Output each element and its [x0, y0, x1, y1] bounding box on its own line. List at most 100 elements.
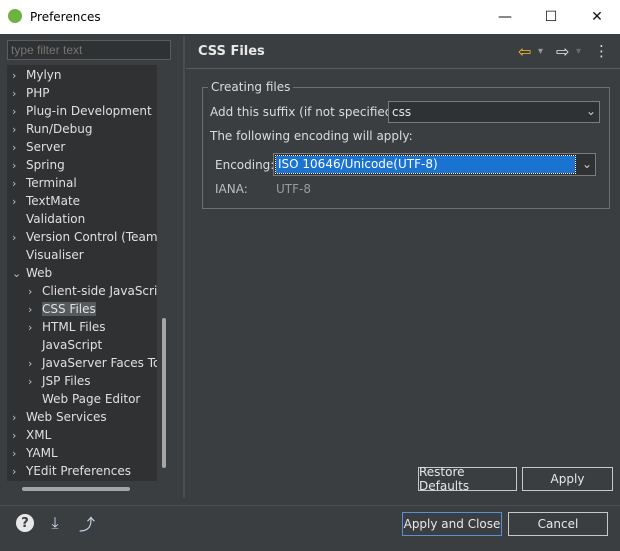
back-dropdown-icon[interactable]: ▾ [538, 46, 543, 57]
tree-item-label: JavaScript [42, 338, 103, 352]
chevron-right-icon[interactable]: › [12, 193, 26, 211]
maximize-button[interactable]: ☐ [528, 0, 574, 34]
tree-item[interactable]: Web Page Editor [28, 390, 140, 408]
export-icon[interactable]: ⤴ [76, 512, 98, 534]
chevron-right-icon[interactable]: › [12, 139, 26, 157]
tree-item[interactable]: › YEdit Preferences [12, 462, 131, 480]
chevron-right-icon[interactable]: › [12, 463, 26, 481]
chevron-down-icon[interactable]: ⌄ [582, 157, 592, 171]
tree-item-label: Plug-in Development [26, 104, 152, 118]
help-icon[interactable]: ? [14, 512, 36, 534]
tree-item[interactable]: JavaScript [28, 336, 102, 354]
encoding-value: ISO 10646/Unicode(UTF-8) [275, 155, 576, 174]
panel-sash[interactable] [183, 36, 185, 498]
tree-item[interactable]: › Run/Debug [12, 120, 93, 138]
spring-app-icon [8, 9, 22, 23]
tree-item-label: CSS Files [42, 302, 96, 316]
close-button[interactable]: ✕ [574, 0, 620, 34]
iana-value: UTF-8 [276, 182, 311, 196]
tree-item[interactable]: ›JavaServer Faces Tools [28, 354, 157, 372]
header-divider [186, 68, 620, 69]
group-legend: Creating files [208, 80, 294, 94]
suffix-value: css [392, 105, 412, 119]
chevron-right-icon[interactable]: › [28, 283, 42, 301]
chevron-right-icon[interactable]: › [12, 67, 26, 85]
tree-item-label: XML [26, 428, 52, 442]
tree-item[interactable]: › HTML Files [28, 318, 106, 336]
tree-item[interactable]: › Server [12, 138, 65, 156]
tree-item[interactable]: Visualiser [12, 246, 84, 264]
tree-item-label: Version Control (Team) [26, 230, 157, 244]
cancel-button[interactable]: Cancel [508, 512, 608, 536]
tree-item[interactable]: › Web Services [12, 408, 107, 426]
apply-and-close-button[interactable]: Apply and Close [402, 512, 502, 536]
apply-button[interactable]: Apply [522, 467, 613, 491]
chevron-down-icon[interactable]: ⌄ [586, 104, 596, 118]
chevron-down-icon[interactable]: ⌄ [12, 265, 26, 283]
tree-item[interactable]: › CSS Files [28, 300, 96, 318]
chevron-right-icon[interactable]: › [12, 445, 26, 463]
page-title: CSS Files [198, 44, 265, 59]
tree-item[interactable]: › Spring [12, 156, 65, 174]
chevron-right-icon[interactable]: › [12, 157, 26, 175]
tree-item-label: Client-side JavaScript [42, 284, 157, 298]
filter-input[interactable] [7, 40, 171, 60]
restore-defaults-button[interactable]: Restore Defaults [418, 465, 517, 493]
window-title: Preferences [30, 10, 101, 24]
tree-item-label: Server [26, 140, 66, 154]
forward-dropdown-icon[interactable]: ▾ [576, 46, 581, 57]
tree-item[interactable]: › XML [12, 426, 51, 444]
title-bar: Preferences — ☐ ✕ [0, 0, 620, 34]
chevron-right-icon[interactable]: › [12, 229, 26, 247]
tree-item-label: Web Page Editor [42, 392, 141, 406]
tree-item[interactable]: Validation [12, 210, 85, 228]
tree-item[interactable]: › Terminal [12, 174, 77, 192]
chevron-right-icon[interactable]: › [12, 175, 26, 193]
tree-item-label: Web Services [26, 410, 107, 424]
tree-item-label: Validation [26, 212, 86, 226]
tree-item-label: JSP Files [42, 374, 91, 388]
tree-item-label: PHP [26, 86, 50, 100]
back-arrow-icon[interactable]: ⇦ [518, 42, 531, 61]
tree-item[interactable]: › Version Control (Team) [12, 228, 157, 246]
tree-item-label: Visualiser [26, 248, 84, 262]
tree-item[interactable]: › JSP Files [28, 372, 91, 390]
encoding-note: The following encoding will apply: [210, 129, 413, 143]
chevron-right-icon[interactable]: › [12, 103, 26, 121]
tree-item-label: JavaServer Faces Tools [42, 356, 157, 370]
suffix-combo[interactable]: css ⌄ [388, 101, 600, 123]
tree-item[interactable]: › Mylyn [12, 66, 62, 84]
chevron-right-icon[interactable]: › [28, 301, 42, 319]
tree-item[interactable]: ⌄ Web [12, 264, 52, 282]
tree-item-label: YEdit Preferences [26, 464, 131, 478]
view-menu-icon[interactable]: ⋮ [594, 42, 609, 60]
chevron-right-icon[interactable]: › [12, 427, 26, 445]
page-header: CSS Files ⇦ ▾ ⇨ ▾ ⋮ [186, 36, 620, 68]
chevron-right-icon[interactable]: › [12, 85, 26, 103]
chevron-right-icon[interactable]: › [12, 409, 26, 427]
tree-horizontal-scroll-thumb[interactable] [22, 487, 130, 491]
encoding-combo[interactable]: ISO 10646/Unicode(UTF-8) ⌄ [273, 153, 596, 176]
tree-item-label: YAML [26, 446, 58, 460]
tree-vertical-scroll-thumb[interactable] [162, 318, 166, 468]
footer-divider [0, 505, 620, 506]
encoding-label: Encoding: [215, 158, 275, 172]
tree-item-label: TextMate [26, 194, 81, 208]
chevron-right-icon[interactable]: › [28, 373, 42, 391]
tree-item-label: HTML Files [42, 320, 106, 334]
import-icon[interactable]: ⤓ [44, 512, 66, 534]
minimize-button[interactable]: — [482, 0, 528, 34]
tree-item-label: Terminal [26, 176, 77, 190]
suffix-label: Add this suffix (if not specified): [210, 105, 402, 119]
tree-item[interactable]: › YAML [12, 444, 58, 462]
tree-item[interactable]: › TextMate [12, 192, 80, 210]
tree-item[interactable]: › Client-side JavaScript [28, 282, 157, 300]
forward-arrow-icon[interactable]: ⇨ [556, 42, 569, 61]
chevron-right-icon[interactable]: › [12, 121, 26, 139]
chevron-right-icon[interactable]: › [28, 355, 42, 373]
tree-item-label: Run/Debug [26, 122, 93, 136]
tree-item[interactable]: › Plug-in Development [12, 102, 152, 120]
chevron-right-icon[interactable]: › [28, 319, 42, 337]
tree-item-label: Mylyn [26, 68, 62, 82]
tree-item[interactable]: › PHP [12, 84, 50, 102]
